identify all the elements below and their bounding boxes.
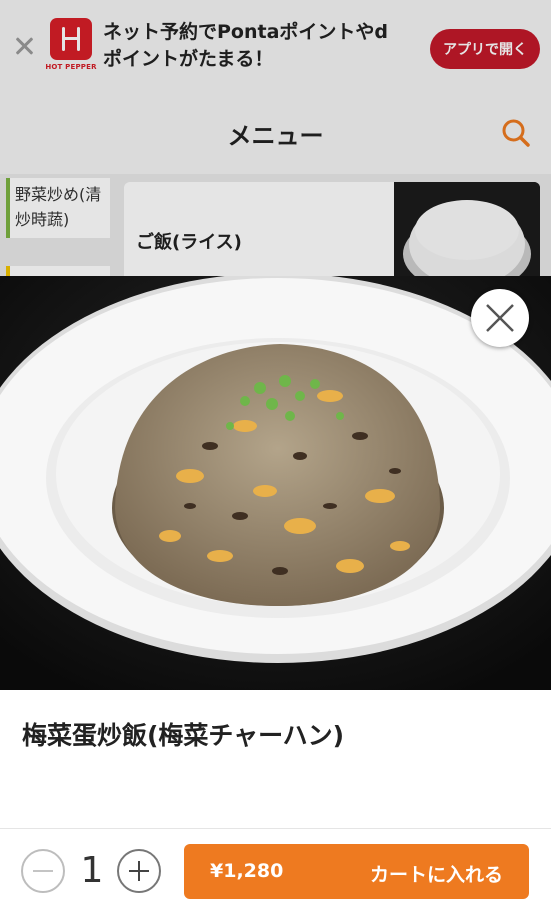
quantity-value: 1 bbox=[80, 850, 104, 891]
fried-rice-photo bbox=[0, 276, 551, 690]
search-icon[interactable] bbox=[501, 118, 531, 148]
cart-button-label: カートに入れる bbox=[369, 864, 503, 886]
order-footer: 1 ¥1,280 カートに入れる bbox=[0, 828, 551, 903]
hot-pepper-logo-icon bbox=[50, 18, 92, 60]
logo-text: HOT PEPPER bbox=[45, 63, 97, 71]
header: メニュー bbox=[0, 92, 551, 174]
item-title: 梅菜蛋炒飯(梅菜チャーハン) bbox=[22, 721, 345, 750]
menu-item-name: ご飯(ライス) bbox=[136, 232, 242, 253]
price-label: ¥1,280 bbox=[210, 860, 284, 882]
menu-area: 野菜炒め(清炒時蔬) ご飯(ライス) bbox=[0, 174, 551, 286]
menu-item-card[interactable]: ご飯(ライス) bbox=[124, 182, 540, 286]
page-title: メニュー bbox=[227, 121, 324, 150]
close-icon[interactable] bbox=[13, 35, 35, 57]
hot-pepper-logo: HOT PEPPER bbox=[45, 18, 96, 74]
rice-photo bbox=[394, 182, 540, 286]
close-icon[interactable] bbox=[471, 289, 529, 347]
banner-message: ネット予約でPontaポイントやdポイントがたまる！ bbox=[103, 21, 389, 70]
add-to-cart-button[interactable]: ¥1,280 カートに入れる bbox=[184, 844, 529, 899]
item-detail-modal: 梅菜蛋炒飯(梅菜チャーハン) bbox=[0, 276, 551, 903]
app-banner: HOT PEPPER ネット予約でPontaポイントやdポイントがたまる！ アプ… bbox=[0, 0, 551, 92]
sidebar-item-category[interactable]: 野菜炒め(清炒時蔬) bbox=[6, 178, 110, 238]
minus-icon[interactable] bbox=[21, 849, 65, 893]
page: HOT PEPPER ネット予約でPontaポイントやdポイントがたまる！ アプ… bbox=[0, 0, 551, 903]
open-app-button[interactable]: アプリで開く bbox=[430, 29, 540, 69]
plus-icon[interactable] bbox=[117, 849, 161, 893]
